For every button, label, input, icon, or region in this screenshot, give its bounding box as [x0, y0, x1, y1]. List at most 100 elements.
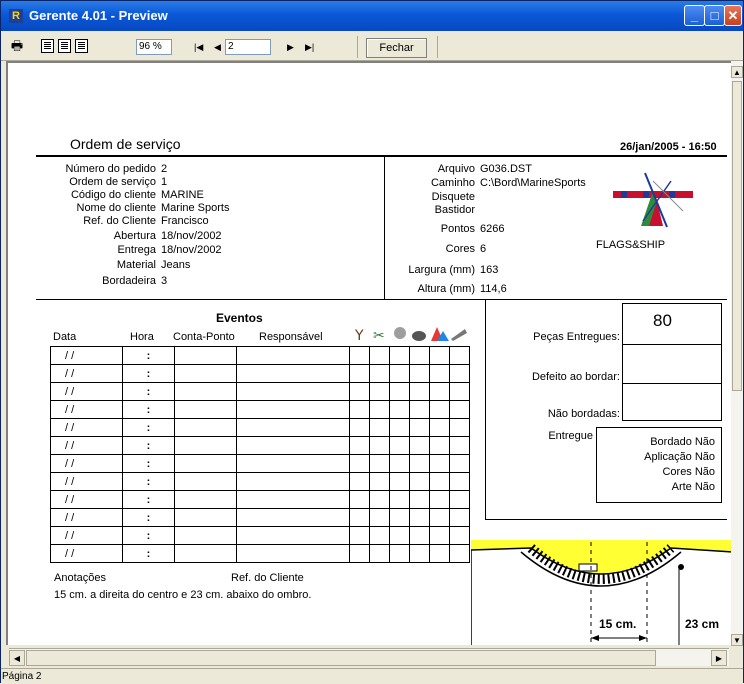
- event-cell: [449, 544, 470, 563]
- title-bar[interactable]: R Gerente 4.01 - Preview _ □ ✕: [1, 1, 743, 31]
- event-cell: [369, 526, 390, 545]
- event-row: / /:: [50, 526, 470, 545]
- event-cell: [409, 436, 430, 455]
- entregue-item-label: Aplicação: [644, 451, 692, 463]
- field-value: Marine Sports: [161, 202, 230, 214]
- event-cell: [236, 472, 350, 491]
- entregue-item-value: Não: [694, 451, 715, 463]
- maximize-button[interactable]: □: [704, 5, 725, 26]
- event-cell: [174, 490, 237, 509]
- event-cell: [369, 346, 390, 365]
- file-field-value: 6266: [480, 223, 505, 235]
- annotations-text: 15 cm. a direita do centro e 23 cm. abai…: [54, 589, 312, 601]
- horizontal-scrollbar[interactable]: ◀ ▶: [9, 648, 729, 666]
- vertical-scrollbar[interactable]: ▲ ▼: [731, 61, 743, 646]
- event-cell: [369, 364, 390, 383]
- file-field-value: G036.DST: [480, 163, 532, 175]
- event-row: / /:: [50, 508, 470, 527]
- report-page: Ordem de serviço 26/jan/2005 - 16:50 Núm…: [6, 61, 739, 645]
- event-cell: [174, 508, 237, 527]
- event-cell: [429, 346, 450, 365]
- event-cell: [174, 382, 237, 401]
- minimize-button[interactable]: _: [684, 5, 705, 26]
- event-cell: [174, 454, 237, 473]
- garment-placement-diagram: 15 cm. 23 cm: [471, 540, 733, 645]
- event-time-cell: :: [122, 382, 175, 401]
- event-cell: [389, 508, 410, 527]
- event-time-cell: :: [122, 400, 175, 419]
- field-value: Francisco: [161, 215, 209, 227]
- event-cell: [236, 346, 350, 365]
- printer-icon[interactable]: 🖶: [9, 38, 25, 54]
- field-label: Ref. do Cliente: [83, 215, 156, 227]
- client-ref-label: Ref. do Cliente: [231, 572, 304, 584]
- event-row: / /:: [50, 418, 470, 437]
- event-cell: [449, 472, 470, 491]
- event-time-cell: :: [122, 526, 175, 545]
- event-cell: [409, 526, 430, 545]
- field-value: 2: [161, 163, 168, 175]
- event-cell: [174, 400, 237, 419]
- event-cell: [389, 454, 410, 473]
- entregue-item-label: Bordado: [650, 436, 692, 448]
- event-cell: [449, 454, 470, 473]
- report-title: Ordem de serviço: [70, 136, 181, 152]
- fechar-button[interactable]: Fechar: [366, 38, 427, 58]
- last-page-icon[interactable]: ▶|: [305, 41, 314, 53]
- entregue-item-value: Não: [694, 436, 715, 448]
- toolbar-separator: [437, 36, 438, 58]
- field-value: 18/nov/2002: [161, 244, 222, 256]
- vertical-scroll-thumb[interactable]: [732, 81, 742, 391]
- event-cell: [174, 364, 237, 383]
- event-cell: [174, 472, 237, 491]
- event-row: / /:: [50, 382, 470, 401]
- event-date-cell: / /: [50, 454, 123, 473]
- previous-page-icon[interactable]: ◀: [214, 41, 221, 53]
- event-cell: [236, 544, 350, 563]
- scroll-up-icon[interactable]: ▲: [731, 66, 743, 78]
- field-value: MARINE: [161, 189, 204, 201]
- event-cell: [409, 490, 430, 509]
- event-time-cell: :: [122, 364, 175, 383]
- event-cell: [389, 490, 410, 509]
- machine-icon: [394, 327, 406, 339]
- first-page-icon[interactable]: |◀: [194, 41, 203, 53]
- entregue-item-label: Arte: [671, 481, 692, 493]
- report-datetime: 26/jan/2005 - 16:50: [620, 141, 717, 153]
- event-time-cell: :: [122, 454, 175, 473]
- entregue-item-label: Cores: [662, 466, 692, 478]
- zoom-field[interactable]: 96 %: [136, 39, 172, 55]
- col-header-hora: Hora: [130, 331, 154, 343]
- scroll-right-icon[interactable]: ▶: [711, 650, 727, 666]
- event-cell: [409, 508, 430, 527]
- event-cell: [236, 364, 350, 383]
- page-number-field[interactable]: 2: [225, 39, 271, 55]
- event-date-cell: / /: [50, 472, 123, 491]
- close-window-button[interactable]: ✕: [724, 5, 742, 26]
- event-row: / /:: [50, 454, 470, 473]
- field-label: Número do pedido: [65, 163, 156, 175]
- event-cell: [389, 418, 410, 437]
- scroll-down-icon[interactable]: ▼: [731, 634, 743, 646]
- scroll-left-icon[interactable]: ◀: [9, 650, 25, 666]
- event-cell: [409, 400, 430, 419]
- single-page-icon[interactable]: [41, 39, 54, 53]
- pecas-entregues-label: Peças Entregues:: [533, 331, 620, 343]
- event-cell: [174, 436, 237, 455]
- event-cell: [174, 418, 237, 437]
- toolbar: 🖶 96 % |◀ ◀ 2 ▶ ▶| Fechar: [1, 31, 743, 61]
- two-pages-icon[interactable]: [75, 39, 88, 53]
- event-cell: [369, 436, 390, 455]
- next-page-icon[interactable]: ▶: [287, 41, 294, 53]
- event-cell: [449, 364, 470, 383]
- entregue-label: Entregue: [548, 430, 593, 442]
- event-cell: [349, 472, 370, 491]
- file-field-label: Arquivo: [437, 163, 475, 175]
- event-row: / /:: [50, 490, 470, 509]
- event-row: / /:: [50, 544, 470, 563]
- page-width-icon[interactable]: [58, 39, 71, 53]
- defeito-label: Defeito ao bordar:: [531, 371, 620, 383]
- summary-rule: [485, 519, 727, 520]
- horizontal-scroll-thumb[interactable]: [26, 650, 656, 666]
- event-cell: [429, 364, 450, 383]
